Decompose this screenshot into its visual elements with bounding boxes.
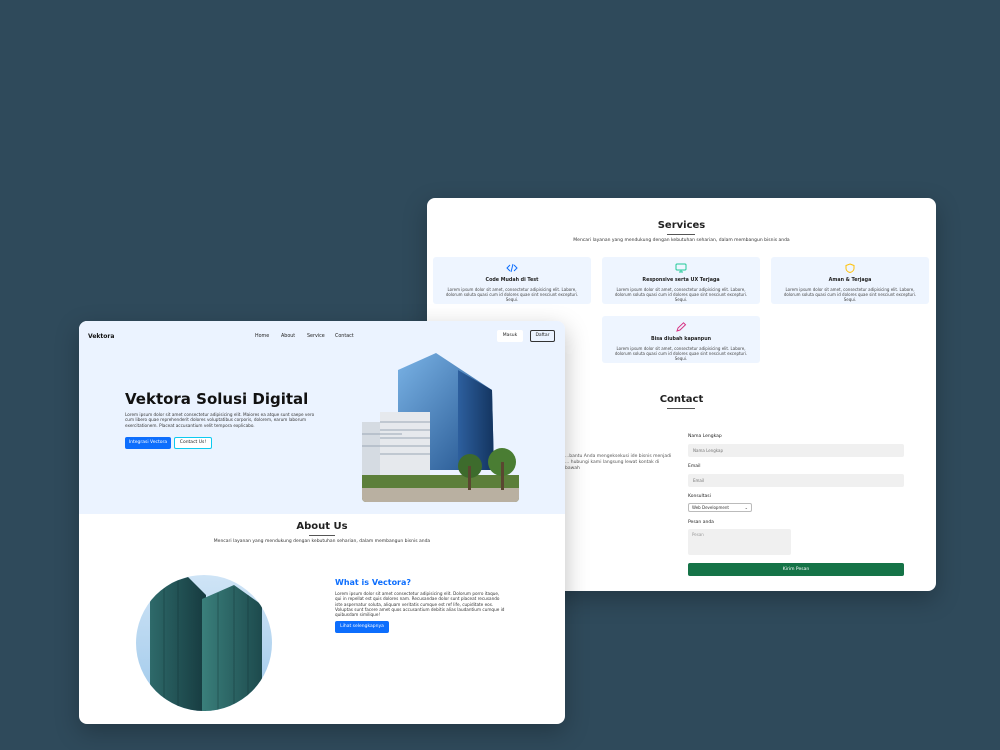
service-title: Responsive serta UX Terjaga: [642, 278, 720, 283]
service-card: Responsive serta UX Terjaga Lorem ipsum …: [602, 257, 760, 304]
about-title-underline: [309, 535, 335, 536]
hero-section: Vektora Home About Service Contact Masuk…: [79, 321, 565, 514]
services-title: Services: [657, 220, 706, 231]
consult-selected-value: Web Development: [692, 505, 729, 510]
nav-home[interactable]: Home: [255, 334, 269, 339]
contact-intro: ...bantu Anda mengeksekusi ide bisnis me…: [565, 454, 672, 471]
message-label: Pesan anda: [688, 520, 714, 525]
pencil-icon: [602, 321, 760, 333]
email-label: Email: [688, 464, 701, 469]
hero-title: Vektora Solusi Digital: [125, 390, 309, 408]
name-input[interactable]: [688, 444, 904, 457]
message-textarea[interactable]: Pesan: [688, 529, 791, 555]
nav-contact[interactable]: Contact: [335, 334, 354, 339]
services-subtitle: Mencari layanan yang mendukung dengan ke…: [573, 238, 790, 243]
service-card: Code Mudah di Test Lorem ipsum dolor sit…: [433, 257, 591, 304]
service-desc: Lorem ipsum dolor sit amet, consectetur …: [445, 287, 579, 303]
login-button[interactable]: Masuk: [497, 330, 523, 342]
service-desc: Lorem ipsum dolor sit amet, consectetur …: [614, 287, 748, 303]
service-title: Aman & Terjaga: [828, 278, 872, 283]
about-subtitle: Mencari layanan yang mendukung dengan ke…: [213, 539, 431, 544]
shield-icon: [771, 262, 929, 274]
home-page: Vektora Home About Service Contact Masuk…: [79, 321, 565, 724]
register-button[interactable]: Daftar: [530, 330, 555, 342]
service-desc: Lorem ipsum dolor sit amet, consectetur …: [783, 287, 917, 303]
contact-us-button[interactable]: Contact Us!: [174, 437, 212, 449]
read-more-button[interactable]: Lihat selengkapnya: [335, 621, 389, 633]
hero-description: Lorem ipsum dolor sit amet consectetur a…: [125, 412, 315, 428]
nav-about[interactable]: About: [281, 334, 295, 339]
submit-button[interactable]: Kirim Pesan: [688, 563, 904, 576]
service-desc: Lorem ipsum dolor sit amet, consectetur …: [614, 346, 748, 362]
about-heading: What is Vectora?: [335, 578, 412, 587]
about-text: Lorem ipsum dolor sit amet consectetur a…: [335, 591, 505, 618]
service-title: Code Mudah di Test: [485, 278, 539, 283]
chevron-down-icon: ⌄: [744, 505, 748, 510]
email-input[interactable]: [688, 474, 904, 487]
name-label: Nama Lengkap: [688, 434, 722, 439]
building-image: [362, 350, 519, 502]
integrate-button[interactable]: Integrasi Vectora: [125, 437, 171, 449]
contact-title-underline: [667, 408, 695, 409]
consult-label: Konsultasi: [688, 494, 711, 499]
services-title-underline: [667, 234, 695, 235]
service-card: Aman & Terjaga Lorem ipsum dolor sit ame…: [771, 257, 929, 304]
about-building-image: [136, 575, 272, 711]
consult-select[interactable]: Web Development ⌄: [688, 503, 752, 512]
monitor-icon: [602, 262, 760, 274]
about-title: About Us: [296, 521, 348, 532]
code-icon: [433, 262, 591, 274]
nav-service[interactable]: Service: [307, 334, 325, 339]
brand-logo[interactable]: Vektora: [88, 333, 114, 340]
service-title: Bisa diubah kapanpun: [650, 337, 712, 342]
service-card: Bisa diubah kapanpun Lorem ipsum dolor s…: [602, 316, 760, 363]
